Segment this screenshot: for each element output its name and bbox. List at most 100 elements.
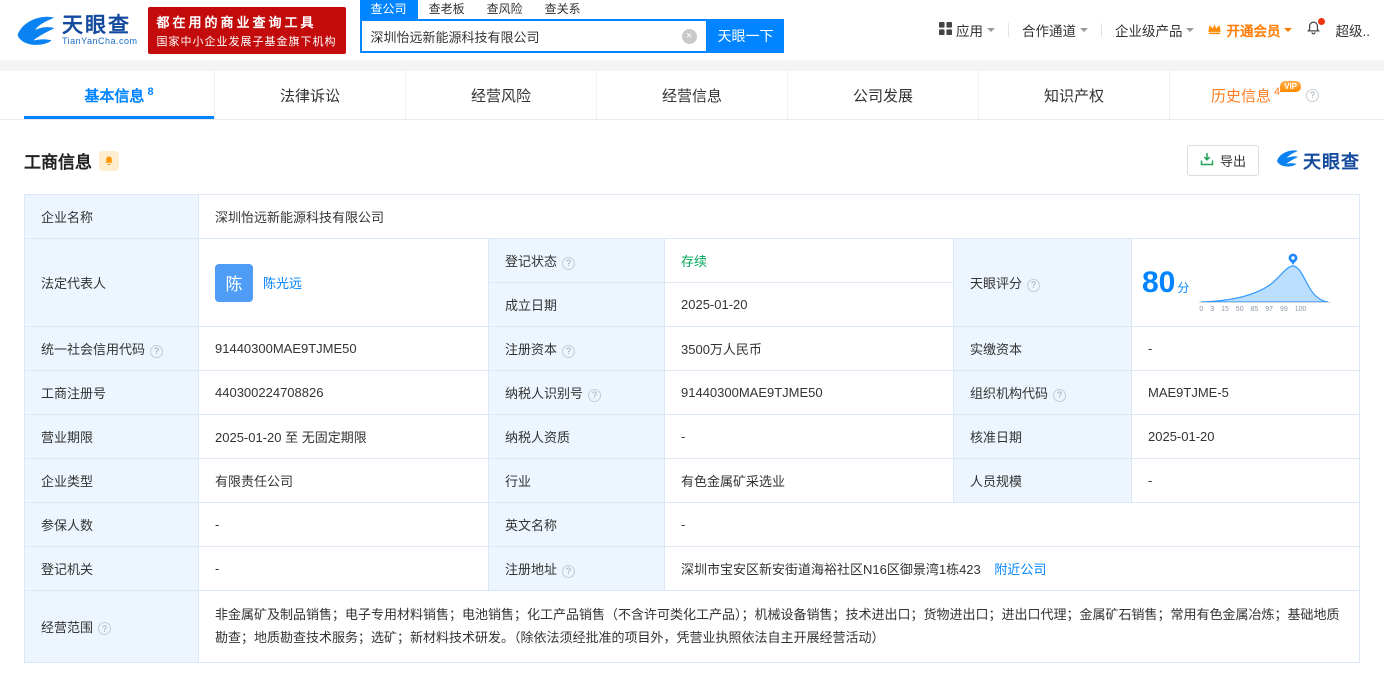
field-label: 注册地址? [488, 546, 665, 591]
search-tab-boss[interactable]: 查老板 [418, 0, 476, 19]
tab-intellectual-property[interactable]: 知识产权 [979, 71, 1170, 119]
help-icon[interactable]: ? [562, 344, 576, 358]
top-header: 天眼查 TianYanCha.com 都在用的商业查询工具 国家中小企业发展子基… [0, 0, 1384, 60]
value-text: - [1148, 473, 1153, 488]
company-tabbar: 基本信息 8 法律诉讼 经营风险 经营信息 公司发展 知识产权 历史信息 4 V… [0, 71, 1384, 120]
field-label: 行业 [488, 458, 665, 503]
label-text: 核准日期 [970, 430, 1023, 445]
field-label: 参保人数 [24, 502, 199, 547]
label-text: 企业名称 [41, 210, 94, 225]
tab-label: 法律诉讼 [279, 87, 340, 105]
tab-company-development[interactable]: 公司发展 [788, 71, 979, 119]
score-number: 80 分 [1142, 266, 1189, 300]
search-tab-risk[interactable]: 查风险 [476, 0, 534, 19]
value-text: 440300224708826 [215, 385, 324, 400]
search-button[interactable]: 天眼一下 [707, 19, 784, 53]
export-icon [1200, 152, 1214, 169]
label-text: 纳税人识别号 [505, 386, 584, 401]
notification-bell[interactable] [1305, 18, 1326, 40]
export-button[interactable]: 导出 [1186, 145, 1259, 176]
search-tab-relation[interactable]: 查关系 [534, 0, 592, 19]
value-text: 有限责任公司 [215, 474, 294, 489]
tianyancha-logo-icon [14, 9, 56, 51]
help-icon[interactable]: ? [562, 256, 576, 270]
search-tab-company[interactable]: 查公司 [359, 0, 418, 19]
row-reg-number: 工商注册号 440300224708826 纳税人识别号? 91440300MA… [24, 370, 1360, 415]
nav-apps[interactable]: 应用 [938, 20, 995, 40]
page: 天眼查 TianYanCha.com 都在用的商业查询工具 国家中小企业发展子基… [0, 0, 1384, 683]
tab-label: 知识产权 [1043, 87, 1104, 105]
label-text: 企业类型 [41, 474, 94, 489]
label-text: 组织机构代码 [970, 386, 1049, 401]
label-text: 登记机关 [41, 562, 94, 577]
clear-search-icon[interactable]: × [681, 28, 697, 44]
reg-authority-value: - [198, 546, 489, 591]
nav-partner[interactable]: 合作通道 [1022, 20, 1088, 40]
row-reg-authority: 登记机关 - 注册地址? 深圳市宝安区新安街道海裕社区N16区御景湾1栋423 … [24, 546, 1360, 591]
row-credit-code: 统一社会信用代码? 91440300MAE9TJME50 注册资本? 3500万… [24, 326, 1360, 371]
field-label: 成立日期 [488, 282, 665, 327]
legal-rep-avatar[interactable]: 陈 [215, 263, 253, 302]
label-text: 工商注册号 [41, 386, 107, 401]
tab-legal-proceedings[interactable]: 法律诉讼 [215, 71, 406, 119]
row-insured-count: 参保人数 - 英文名称 - [24, 502, 1360, 547]
nav-enterprise[interactable]: 企业级产品 [1115, 20, 1195, 40]
value-text: 91440300MAE9TJME50 [681, 385, 823, 400]
tianyancha-logo-icon [1275, 146, 1299, 175]
reg-address-value: 深圳市宝安区新安街道海裕社区N16区御景湾1栋423 附近公司 [664, 546, 1360, 591]
field-label: 组织机构代码? [953, 370, 1132, 415]
section-title: 工商信息 [24, 153, 92, 172]
tab-basic-info[interactable]: 基本信息 8 [24, 71, 215, 119]
main-content: 工商信息 导出 天眼查 企业名称 深圳怡远新能源科技有限公司 法定代表人 陈 陈… [0, 120, 1384, 683]
nav-separator [1007, 23, 1009, 37]
company-name-value: 深圳怡远新能源科技有限公司 [198, 194, 1360, 239]
value-text: 有色金属矿采选业 [681, 474, 786, 489]
tab-label: 经营信息 [661, 87, 722, 105]
chevron-down-icon [1186, 28, 1195, 36]
label-text: 注册资本 [505, 342, 558, 357]
help-icon[interactable]: ? [98, 622, 112, 636]
tab-operating-info[interactable]: 经营信息 [597, 71, 788, 119]
label-text: 法定代表人 [41, 276, 107, 291]
label-text: 行业 [505, 474, 532, 489]
tab-history-info[interactable]: 历史信息 4 VIP ? [1170, 71, 1360, 119]
help-icon[interactable]: ? [1306, 88, 1320, 102]
help-icon[interactable]: ? [562, 564, 576, 578]
paid-capital-value: - [1131, 326, 1360, 371]
subscribe-bell-icon[interactable] [99, 150, 119, 171]
label-text: 天眼评分 [970, 276, 1023, 291]
help-icon[interactable]: ? [588, 388, 602, 402]
org-code-value: MAE9TJME-5 [1131, 370, 1360, 415]
brand-name: 天眼查 [62, 13, 131, 37]
value-text: 2025-01-20 [1148, 429, 1215, 444]
tab-label: 历史信息 [1210, 87, 1271, 105]
value-text: 深圳市宝安区新安街道海裕社区N16区御景湾1栋423 [681, 562, 981, 577]
nearby-companies-link[interactable]: 附近公司 [994, 562, 1046, 577]
legal-rep-cell: 陈 陈光远 [198, 238, 489, 327]
legal-rep: 陈 陈光远 [215, 263, 472, 302]
legal-rep-link[interactable]: 陈光远 [263, 273, 302, 292]
field-label: 企业名称 [24, 194, 199, 239]
label-text: 统一社会信用代码 [41, 342, 146, 357]
reg-capital-value: 3500万人民币 [664, 326, 954, 371]
vip-badge: VIP [1280, 80, 1302, 92]
brand-domain: TianYanCha.com [62, 35, 138, 46]
tab-operating-risk[interactable]: 经营风险 [406, 71, 597, 119]
field-label: 企业类型 [24, 458, 199, 503]
search-area: 查公司 查老板 查风险 查关系 × 天眼一下 [359, 0, 784, 53]
nav-open-vip[interactable]: 开通会员 [1207, 20, 1293, 40]
reg-number-value: 440300224708826 [198, 370, 489, 415]
chevron-down-icon [1284, 28, 1293, 36]
nav-super-vip[interactable]: 超级.. [1335, 20, 1370, 40]
search-input[interactable] [361, 28, 682, 44]
help-icon[interactable]: ? [1053, 388, 1067, 402]
field-label: 天眼评分? [953, 238, 1132, 327]
establish-date-value: 2025-01-20 [664, 282, 954, 327]
tianyancha-logo[interactable]: 天眼查 TianYanCha.com [14, 9, 138, 51]
field-label: 纳税人识别号? [488, 370, 665, 415]
help-icon[interactable]: ? [150, 344, 164, 358]
field-label: 英文名称 [488, 502, 665, 547]
business-term-value: 2025-01-20 至 无固定期限 [198, 414, 489, 459]
help-icon[interactable]: ? [1027, 278, 1041, 292]
label-text: 英文名称 [505, 518, 558, 533]
